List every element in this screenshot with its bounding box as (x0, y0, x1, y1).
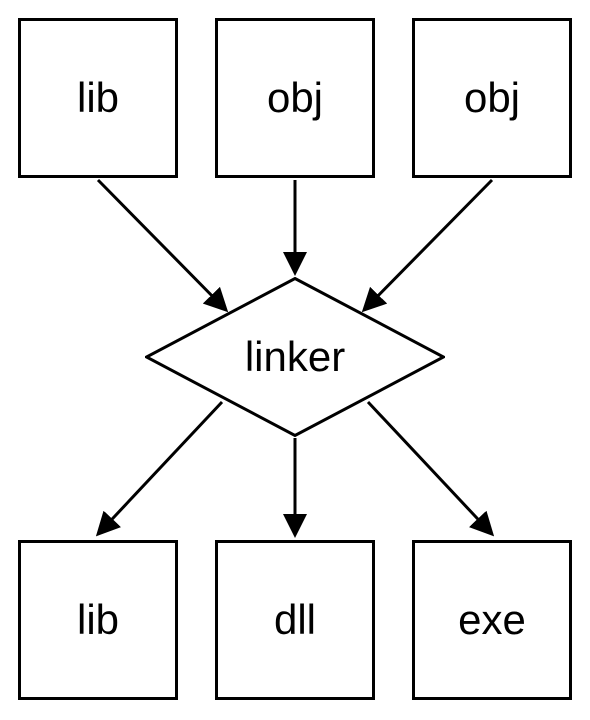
output-box-lib: lib (18, 540, 178, 700)
output-box-exe: exe (412, 540, 572, 700)
process-label-linker: linker (245, 333, 345, 381)
output-label-exe: exe (458, 596, 526, 644)
input-box-lib: lib (18, 18, 178, 178)
process-diamond-linker: linker (145, 277, 445, 437)
input-box-obj-1: obj (215, 18, 375, 178)
input-label-lib: lib (77, 74, 119, 122)
output-box-dll: dll (215, 540, 375, 700)
output-label-lib: lib (77, 596, 119, 644)
input-label-obj-2: obj (464, 74, 520, 122)
input-box-obj-2: obj (412, 18, 572, 178)
input-label-obj-1: obj (267, 74, 323, 122)
output-label-dll: dll (274, 596, 316, 644)
